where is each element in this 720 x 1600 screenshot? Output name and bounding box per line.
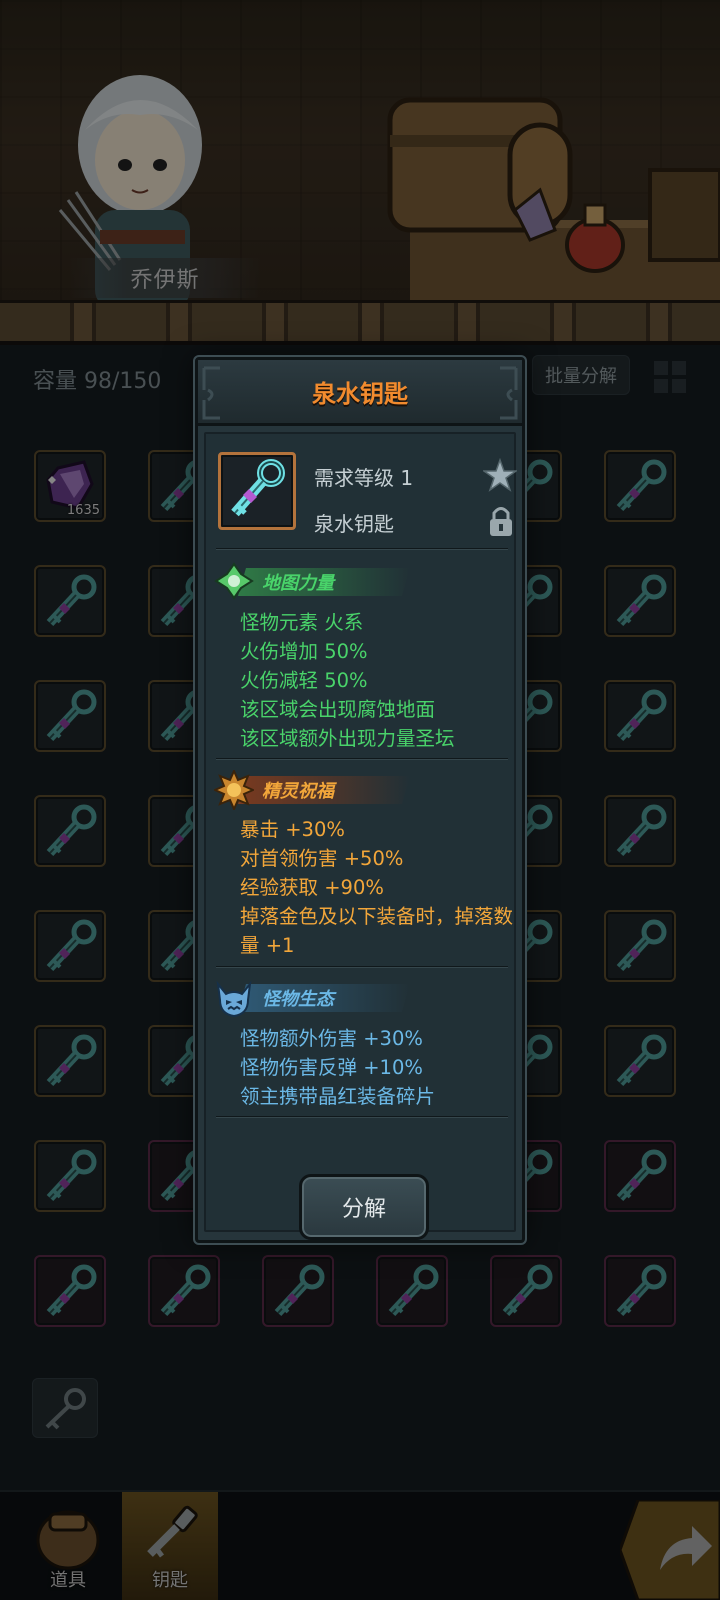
section-header-monster-ecology: 怪物生态 (214, 978, 414, 1018)
star-icon[interactable] (483, 458, 517, 492)
section-header-spirit-blessing: 精灵祝福 (214, 770, 414, 810)
stat-line: 怪物元素 火系 (240, 611, 364, 634)
lock-icon[interactable] (488, 504, 514, 538)
divider (216, 758, 508, 760)
stat-line: 火伤减轻 50% (240, 669, 368, 692)
stat-line: 领主携带晶红装备碎片 (240, 1085, 436, 1108)
item-name: 泉水钥匙 (314, 512, 394, 536)
stat-line: 暴击 +30% (240, 818, 345, 841)
modal-header: 泉水钥匙 (198, 360, 522, 426)
spirit-blessing-lines: 暴击 +30% 对首领伤害 +50% 经验获取 +90% 掉落金色及以下装备时，… (240, 815, 516, 960)
stat-line: 怪物额外伤害 +30% (240, 1027, 423, 1050)
stat-line: 怪物伤害反弹 +10% (240, 1056, 423, 1079)
monster-ecology-lines: 怪物额外伤害 +30% 怪物伤害反弹 +10% 领主携带晶红装备碎片 (240, 1024, 435, 1111)
stat-line: 经验获取 +90% (240, 876, 384, 899)
stat-line: 火伤增加 50% (240, 640, 368, 663)
modal-body: 需求等级 1 泉水钥匙 地图力量 怪物元素 火系 火伤增加 50% 火伤减轻 5… (204, 432, 517, 1240)
section-title: 地图力量 (262, 573, 334, 594)
monster-ecology-icon (216, 980, 252, 1018)
stat-line: 掉落金色及以下装备时，掉落数量 +1 (240, 905, 514, 957)
stat-line: 该区域额外出现力量圣坛 (240, 727, 455, 750)
map-power-lines: 怪物元素 火系 火伤增加 50% 火伤减轻 50% 该区域会出现腐蚀地面 该区域… (240, 608, 455, 753)
stat-line: 该区域会出现腐蚀地面 (240, 698, 436, 721)
item-icon-frame (218, 452, 296, 530)
map-power-icon (214, 562, 254, 600)
spirit-blessing-icon (214, 770, 254, 810)
modal-title: 泉水钥匙 (312, 380, 408, 408)
divider (216, 548, 508, 550)
spring-key-icon (231, 459, 285, 517)
divider (216, 1116, 508, 1118)
section-title: 怪物生态 (262, 989, 334, 1010)
decompose-button[interactable]: 分解 (299, 1174, 429, 1240)
required-level: 需求等级 1 (314, 466, 414, 490)
divider (216, 966, 508, 968)
section-header-map-power: 地图力量 (214, 562, 414, 600)
item-detail-modal: 泉水钥匙 需求等级 1 泉水钥匙 地图力量 怪物元素 火系 火伤增加 50% 火… (195, 357, 525, 1243)
section-title: 精灵祝福 (262, 781, 334, 802)
stat-line: 对首领伤害 +50% (240, 847, 404, 870)
